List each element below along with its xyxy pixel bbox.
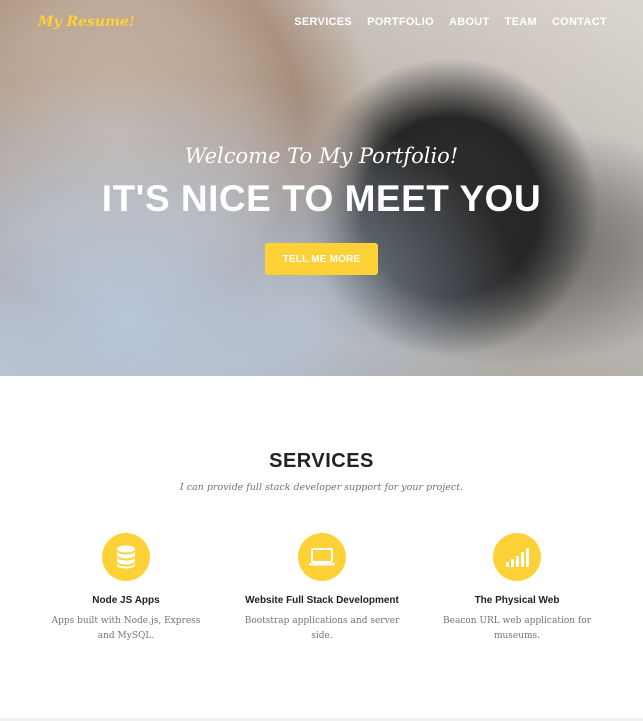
service-title: Website Full Stack Development (245, 595, 399, 606)
database-icon (102, 533, 150, 581)
service-item-node: Node JS Apps Apps built with Node.js, Ex… (26, 533, 226, 644)
laptop-icon (298, 533, 346, 581)
hero-heading: IT'S NICE TO MEET YOU (101, 178, 542, 219)
service-description: Apps built with Node.js, Express and MyS… (51, 616, 201, 641)
brand-logo-link[interactable]: My Resume! (38, 14, 135, 30)
services-subtitle: I can provide full stack developer suppo… (179, 482, 464, 493)
service-item-fullstack: Website Full Stack Development Bootstrap… (222, 533, 422, 644)
nav-link-team[interactable]: TEAM (505, 16, 537, 28)
nav-link-about[interactable]: ABOUT (449, 16, 490, 28)
navbar: My Resume! SERVICES PORTFOLIO ABOUT TEAM… (0, 0, 643, 45)
services-section: SERVICES I can provide full stack develo… (0, 376, 643, 721)
service-description: Beacon URL web application for museums. (443, 616, 591, 641)
service-title: The Physical Web (474, 595, 560, 606)
service-title: Node JS Apps (92, 595, 160, 606)
services-title: SERVICES (269, 450, 374, 472)
nav-menu: SERVICES PORTFOLIO ABOUT TEAM CONTACT (294, 16, 607, 28)
signal-icon (493, 533, 541, 581)
hero-lead-text: Welcome To My Portfolio! (184, 144, 459, 168)
nav-link-services[interactable]: SERVICES (294, 16, 352, 28)
nav-link-portfolio[interactable]: PORTFOLIO (367, 16, 434, 28)
hero-section: My Resume! SERVICES PORTFOLIO ABOUT TEAM… (0, 0, 643, 376)
tell-me-more-button[interactable]: TELL ME MORE (265, 243, 378, 275)
service-item-physical-web: The Physical Web Beacon URL web applicat… (417, 533, 617, 644)
service-description: Bootstrap applications and server side. (244, 616, 400, 641)
nav-link-contact[interactable]: CONTACT (552, 16, 607, 28)
